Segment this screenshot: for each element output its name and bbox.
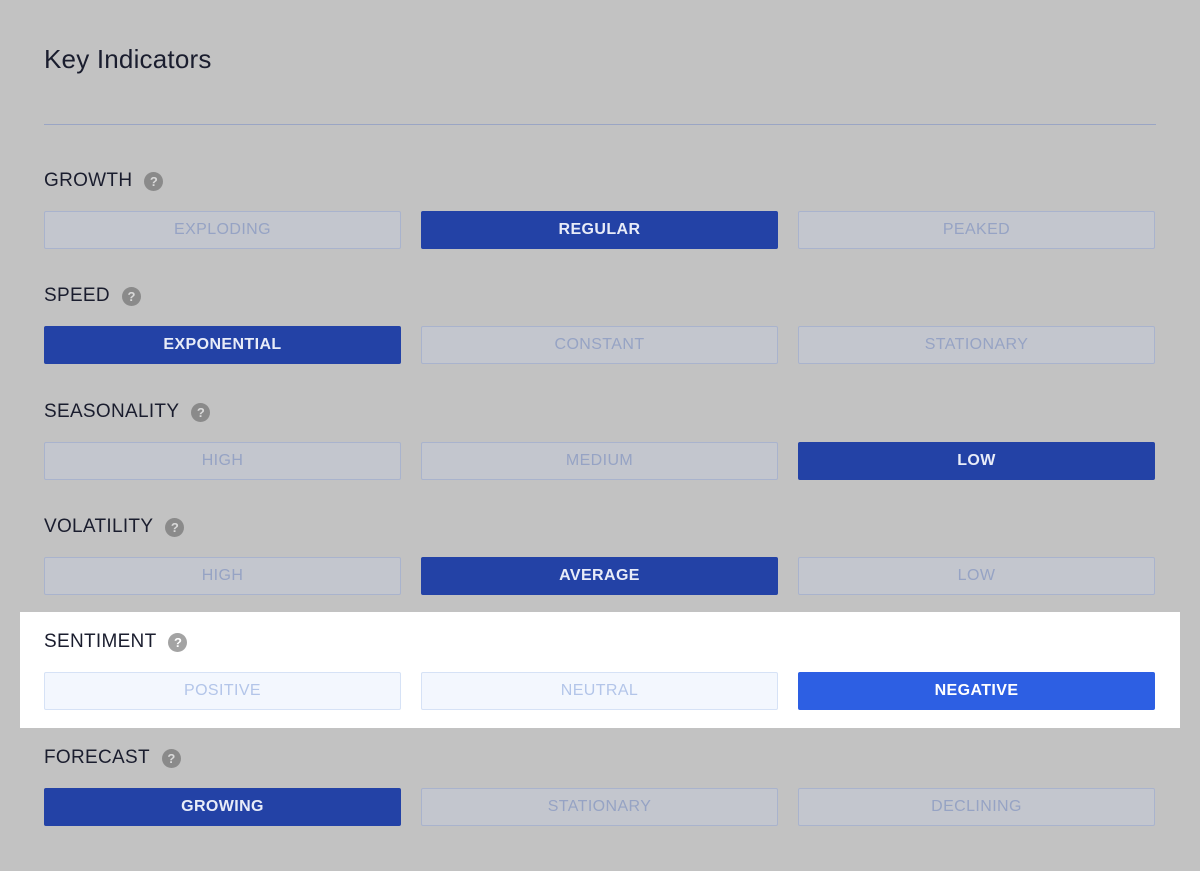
option-button[interactable]: NEUTRAL bbox=[421, 672, 778, 710]
indicator-label-row: SPEED ? bbox=[44, 284, 141, 308]
indicator-label-row: GROWTH ? bbox=[44, 169, 164, 193]
help-icon[interactable]: ? bbox=[191, 402, 211, 422]
title-divider bbox=[44, 124, 1156, 125]
option-button-selected[interactable]: GROWING bbox=[44, 788, 401, 826]
option-button[interactable]: STATIONARY bbox=[421, 788, 778, 826]
indicator-label: SEASONALITY bbox=[44, 401, 180, 422]
help-icon[interactable]: ? bbox=[161, 748, 181, 768]
indicator-label: SPEED bbox=[44, 285, 110, 306]
option-button[interactable]: STATIONARY bbox=[798, 326, 1155, 364]
option-button-selected[interactable]: NEGATIVE bbox=[798, 672, 1155, 710]
option-button-selected[interactable]: EXPONENTIAL bbox=[44, 326, 401, 364]
indicator-label-row: FORECAST ? bbox=[44, 746, 181, 770]
indicator-label-row: SEASONALITY ? bbox=[44, 400, 211, 424]
help-icon[interactable]: ? bbox=[165, 517, 185, 537]
option-button[interactable]: HIGH bbox=[44, 557, 401, 595]
option-group: GROWING STATIONARY DECLINING bbox=[44, 788, 1155, 826]
help-icon[interactable]: ? bbox=[144, 171, 164, 191]
option-group: HIGH AVERAGE LOW bbox=[44, 557, 1155, 595]
option-button[interactable]: POSITIVE bbox=[44, 672, 401, 710]
option-button[interactable]: MEDIUM bbox=[421, 442, 778, 480]
option-button[interactable]: LOW bbox=[798, 557, 1155, 595]
indicator-sentiment: SENTIMENT ? POSITIVE NEUTRAL NEGATIVE bbox=[20, 612, 1180, 728]
indicator-label: VOLATILITY bbox=[44, 516, 154, 537]
option-button-selected[interactable]: LOW bbox=[798, 442, 1155, 480]
indicator-speed: SPEED ? EXPONENTIAL CONSTANT STATIONARY bbox=[0, 266, 1200, 382]
indicator-growth: GROWTH ? EXPLODING REGULAR PEAKED bbox=[0, 151, 1200, 267]
option-group: HIGH MEDIUM LOW bbox=[44, 442, 1155, 480]
indicator-seasonality: SEASONALITY ? HIGH MEDIUM LOW bbox=[0, 382, 1200, 498]
indicator-label: SENTIMENT bbox=[44, 631, 157, 652]
indicator-forecast: FORECAST ? GROWING STATIONARY DECLINING bbox=[0, 728, 1200, 844]
option-button[interactable]: DECLINING bbox=[798, 788, 1155, 826]
indicator-label: GROWTH bbox=[44, 170, 133, 191]
indicator-label-row: VOLATILITY ? bbox=[44, 515, 185, 539]
option-group: POSITIVE NEUTRAL NEGATIVE bbox=[44, 672, 1155, 710]
indicator-volatility: VOLATILITY ? HIGH AVERAGE LOW bbox=[0, 497, 1200, 613]
option-button[interactable]: HIGH bbox=[44, 442, 401, 480]
indicator-label-row: SENTIMENT ? bbox=[44, 630, 188, 654]
help-icon[interactable]: ? bbox=[168, 632, 188, 652]
option-button[interactable]: CONSTANT bbox=[421, 326, 778, 364]
option-button[interactable]: PEAKED bbox=[798, 211, 1155, 249]
help-icon[interactable]: ? bbox=[121, 286, 141, 306]
option-button-selected[interactable]: AVERAGE bbox=[421, 557, 778, 595]
option-group: EXPONENTIAL CONSTANT STATIONARY bbox=[44, 326, 1155, 364]
option-button[interactable]: EXPLODING bbox=[44, 211, 401, 249]
indicator-label: FORECAST bbox=[44, 747, 150, 768]
page-title: Key Indicators bbox=[44, 44, 212, 74]
option-button-selected[interactable]: REGULAR bbox=[421, 211, 778, 249]
option-group: EXPLODING REGULAR PEAKED bbox=[44, 211, 1155, 249]
